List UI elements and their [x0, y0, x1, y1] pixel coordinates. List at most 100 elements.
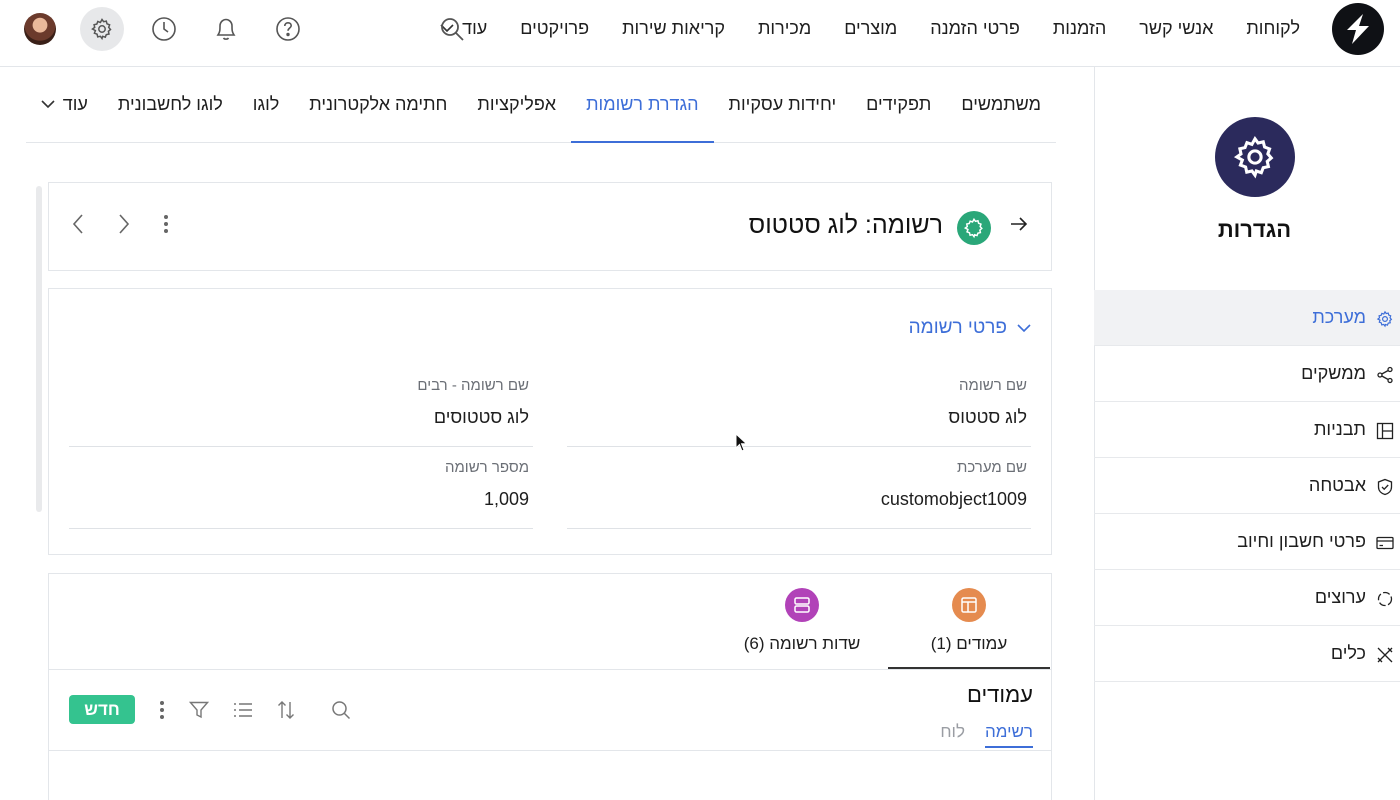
object-tabs-card: עמודים (1) שדות רשומה (6) עמודים רשימה ל…: [48, 573, 1052, 800]
fields-icon: [785, 588, 819, 622]
kebab-menu-icon[interactable]: [159, 700, 165, 720]
record-type-icon: [957, 211, 991, 245]
bell-icon[interactable]: [204, 7, 248, 51]
share-icon: [1376, 366, 1393, 383]
tab-e-signature[interactable]: חתימה אלקטרונית: [294, 67, 462, 142]
tab-roles[interactable]: תפקידים: [851, 67, 946, 142]
tab-label: שדות רשומה (6): [743, 634, 861, 653]
search-icon[interactable]: [430, 7, 474, 51]
field-record-name[interactable]: שם רשומה לוג סטטוס: [567, 377, 1031, 447]
tab-business-units[interactable]: יחידות עסקיות: [714, 67, 852, 142]
sidebar-item-interfaces[interactable]: ממשקים: [1094, 346, 1400, 402]
tab-more-label: עוד: [62, 94, 88, 114]
nav-contacts[interactable]: אנשי קשר: [1139, 18, 1213, 39]
arrow-right-icon[interactable]: [1009, 216, 1029, 232]
chevron-down-icon: [1017, 323, 1031, 333]
list-toolbar: חדש: [69, 695, 351, 724]
chevron-down-icon: [41, 100, 55, 109]
tab-more-dropdown[interactable]: עוד: [26, 67, 103, 142]
view-list-tab[interactable]: רשימה: [984, 722, 1033, 748]
sidebar-item-system[interactable]: מערכת: [1094, 290, 1400, 346]
record-details-card: פרטי רשומה שם רשומה לוג סטטוס שם רשומה -…: [48, 288, 1052, 555]
field-label: מספר רשומה: [445, 459, 529, 476]
sidebar-item-channels[interactable]: ערוצים: [1094, 570, 1400, 626]
sidebar-item-security[interactable]: אבטחה: [1094, 458, 1400, 514]
record-actions: [71, 213, 169, 235]
sidebar-item-label: ממשקים: [1301, 363, 1366, 383]
sidebar-item-label: פרטי חשבון וחיוב: [1237, 531, 1366, 551]
nav-projects[interactable]: פרויקטים: [520, 18, 589, 39]
top-icons: [24, 0, 492, 58]
sidebar-item-label: כלים: [1330, 643, 1366, 663]
view-switch: רשימה לוח: [940, 722, 1033, 748]
tab-invoice-logo[interactable]: לוגו לחשבונית: [103, 67, 238, 142]
tab-columns[interactable]: עמודים (1): [888, 588, 1050, 670]
mouse-cursor-icon: [735, 433, 748, 452]
scrollbar[interactable]: [36, 186, 42, 512]
field-value: לוג סטטוס: [948, 407, 1027, 427]
nav-sales[interactable]: מכירות: [758, 18, 811, 39]
field-value: customobject1009: [880, 489, 1027, 509]
tab-label: עמודים (1): [930, 634, 1008, 653]
sidebar-item-label: מערכת: [1312, 307, 1366, 327]
tab-logo[interactable]: לוגו: [238, 67, 295, 142]
search-icon[interactable]: [331, 700, 351, 720]
field-label: שם רשומה - רבים: [417, 377, 529, 394]
nav-service-calls[interactable]: קריאות שירות: [622, 18, 725, 39]
sidebar-menu: מערכת ממשקים תבניות אבטחה פרטי חשבון וחי…: [1094, 290, 1400, 682]
tab-apps[interactable]: אפליקציות: [462, 67, 571, 142]
section-toggle[interactable]: פרטי רשומה: [909, 317, 1031, 339]
tab-users[interactable]: משתמשים: [946, 67, 1056, 142]
field-value: לוג סטטוסים: [433, 407, 529, 427]
divider: [49, 669, 1051, 670]
nav-order-details[interactable]: פרטי הזמנה: [930, 18, 1020, 39]
gear-icon: [1215, 117, 1295, 197]
view-board-tab[interactable]: לוח: [940, 722, 965, 748]
field-system-name[interactable]: שם מערכת customobject1009: [567, 459, 1031, 529]
nav-customers[interactable]: לקוחות: [1246, 18, 1300, 39]
new-button[interactable]: חדש: [69, 695, 135, 724]
chevron-right-icon[interactable]: [117, 213, 131, 235]
filter-icon[interactable]: [189, 701, 209, 719]
layout-icon: [1376, 422, 1394, 439]
help-icon[interactable]: [266, 7, 310, 51]
nav-products[interactable]: מוצרים: [844, 18, 897, 39]
sidebar-item-tools[interactable]: כלים: [1094, 626, 1400, 682]
nav-orders[interactable]: הזמנות: [1053, 18, 1106, 39]
gear-icon: [1376, 310, 1393, 327]
kebab-menu-icon[interactable]: [163, 214, 169, 234]
main-nav: לקוחות אנשי קשר הזמנות פרטי הזמנה מוצרים…: [440, 0, 1300, 56]
avatar[interactable]: [24, 13, 56, 45]
sidebar-item-label: ערוצים: [1314, 587, 1366, 607]
tab-record-settings[interactable]: הגדרת רשומות: [571, 67, 714, 143]
brand-logo-icon[interactable]: [1332, 3, 1384, 55]
page-title: רשומה: לוג סטטוס: [748, 211, 943, 239]
sidebar-item-label: תבניות: [1314, 419, 1366, 439]
list-title: עמודים: [966, 682, 1033, 707]
tools-icon: [1376, 646, 1393, 662]
credit-card-icon: [1376, 534, 1394, 550]
section-title: פרטי רשומה: [908, 317, 1007, 338]
columns-icon: [952, 588, 986, 622]
channels-icon: [1376, 590, 1393, 606]
settings-icon[interactable]: [80, 7, 124, 51]
field-value: 1,009: [483, 489, 529, 509]
tab-record-fields[interactable]: שדות רשומה (6): [737, 588, 867, 670]
divider: [49, 750, 1051, 751]
field-record-number[interactable]: מספר רשומה 1,009: [69, 459, 533, 529]
sort-icon[interactable]: [277, 700, 295, 720]
settings-sidebar: הגדרות מערכת ממשקים תבניות אבטחה פרטי חש…: [1094, 67, 1400, 800]
settings-tabs: משתמשים תפקידים יחידות עסקיות הגדרת רשומ…: [26, 67, 1056, 143]
shield-icon: [1376, 478, 1393, 495]
list-columns-icon[interactable]: [233, 702, 253, 718]
field-label: שם מערכת: [957, 459, 1027, 476]
chevron-left-icon[interactable]: [71, 213, 85, 235]
sidebar-item-templates[interactable]: תבניות: [1094, 402, 1400, 458]
sidebar-item-label: אבטחה: [1308, 475, 1366, 495]
history-icon[interactable]: [142, 7, 186, 51]
field-record-name-plural[interactable]: שם רשומה - רבים לוג סטטוסים: [69, 377, 533, 447]
record-header: רשומה: לוג סטטוס: [48, 182, 1052, 271]
field-label: שם רשומה: [959, 377, 1027, 394]
sidebar-item-billing[interactable]: פרטי חשבון וחיוב: [1094, 514, 1400, 570]
top-bar: לקוחות אנשי קשר הזמנות פרטי הזמנה מוצרים…: [0, 0, 1400, 67]
